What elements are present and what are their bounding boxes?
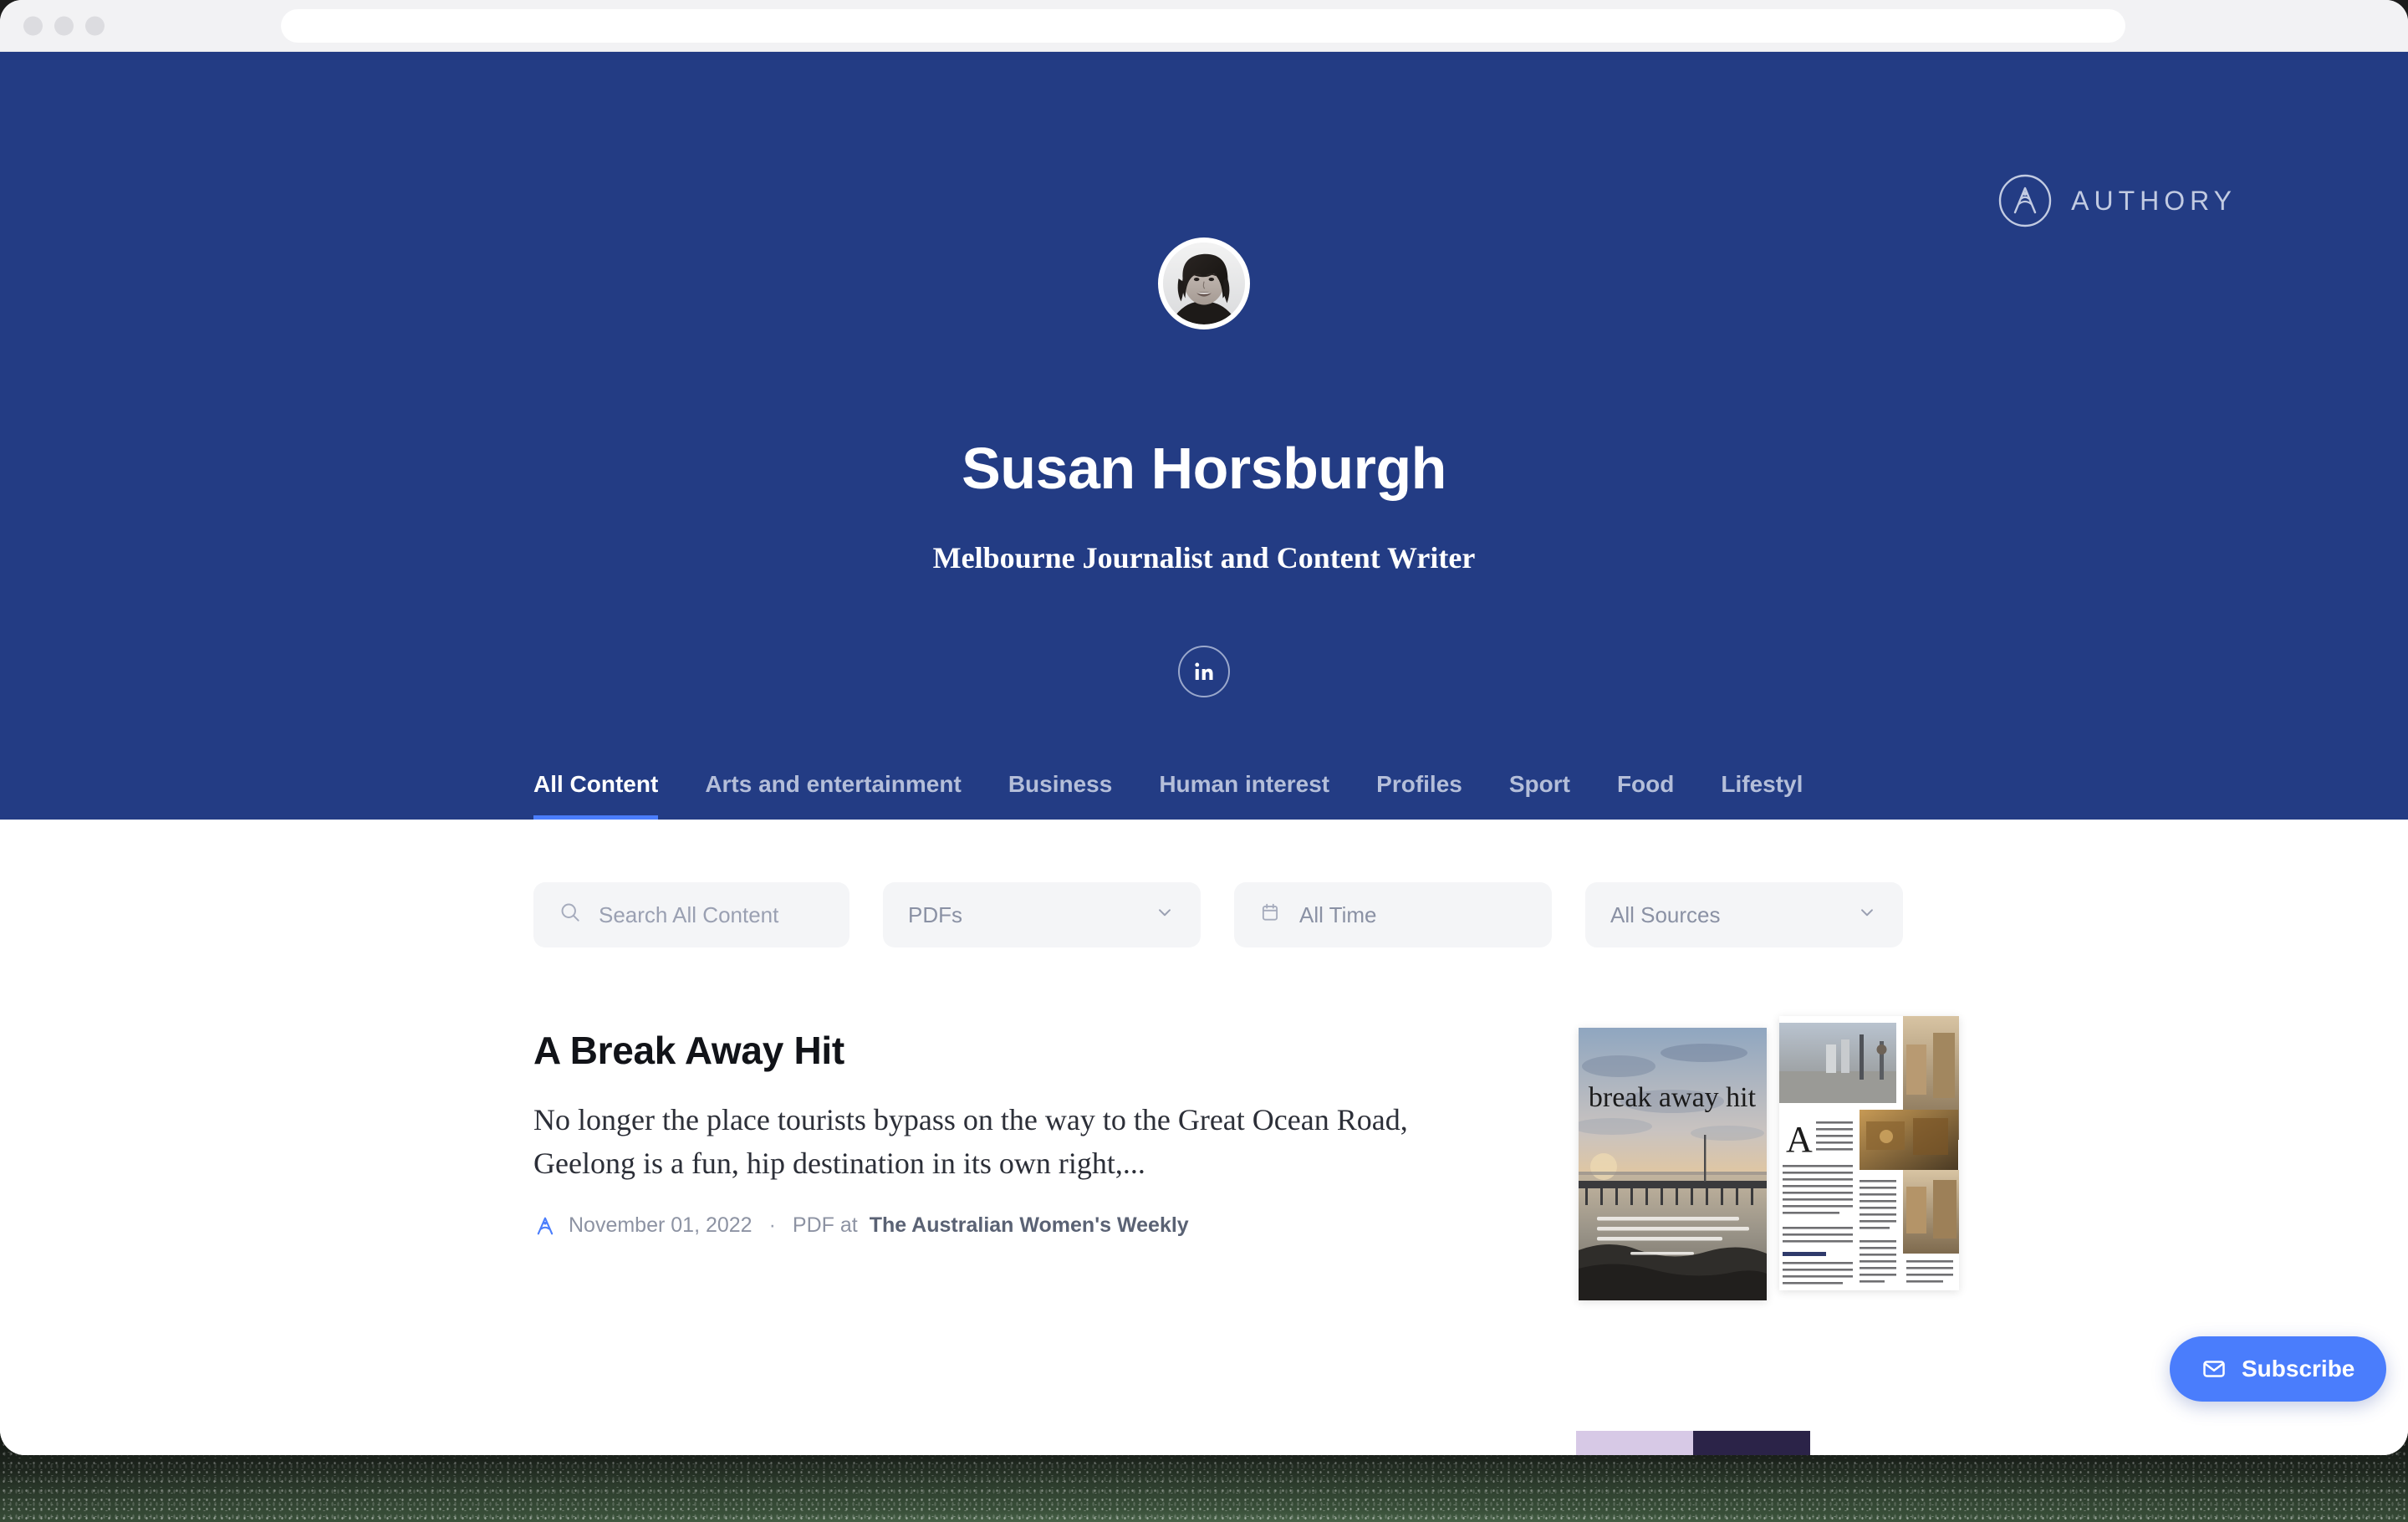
browser-window: AUTHORY Susan Horsburgh Melbourne Journa… xyxy=(0,0,2408,1455)
linkedin-icon xyxy=(1192,660,1216,683)
article-thumbnail[interactable]: break away hit A xyxy=(1579,1016,1980,1300)
tab-business[interactable]: Business xyxy=(1008,771,1113,821)
tab-lifestyle[interactable]: Lifestyl xyxy=(1721,771,1803,821)
next-thumbnail-page-left xyxy=(1576,1431,1693,1455)
content-type-value: PDFs xyxy=(908,901,962,927)
date-range-dropdown[interactable]: All Time xyxy=(1234,882,1552,947)
envelope-icon xyxy=(2201,1356,2227,1382)
page-title: Susan Horsburgh xyxy=(962,436,1446,501)
sources-value: All Sources xyxy=(1610,901,1721,927)
next-thumbnail-page-right xyxy=(1693,1431,1810,1455)
social-links xyxy=(0,646,2408,697)
article-list: A Break Away Hit No longer the place tou… xyxy=(533,1016,1980,1300)
close-window-button[interactable] xyxy=(23,16,43,35)
content-panel-top-edge xyxy=(433,820,1975,855)
traffic-lights xyxy=(23,16,105,35)
category-tabs: All Content Arts and entertainment Busin… xyxy=(533,771,2408,821)
meta-separator: · xyxy=(768,1213,776,1238)
authory-compass-a-icon xyxy=(1997,173,2053,228)
tab-all-content[interactable]: All Content xyxy=(533,771,659,821)
browser-toolbar xyxy=(0,0,2408,52)
subscribe-label: Subscribe xyxy=(2242,1356,2355,1382)
search-icon xyxy=(559,901,582,930)
content-type-dropdown[interactable]: PDFs xyxy=(883,882,1201,947)
date-range-value: All Time xyxy=(1299,901,1377,927)
article-date: November 01, 2022 xyxy=(569,1213,752,1238)
article-source-name[interactable]: The Australian Women's Weekly xyxy=(870,1213,1189,1238)
avatar xyxy=(1158,237,1250,329)
social-link-linkedin[interactable] xyxy=(1178,646,1230,697)
article-title[interactable]: A Break Away Hit xyxy=(533,1028,1470,1073)
article-format-label: PDF at xyxy=(792,1213,858,1238)
tab-profiles[interactable]: Profiles xyxy=(1376,771,1462,821)
search-control[interactable] xyxy=(533,882,849,947)
subscribe-button[interactable]: Subscribe xyxy=(2170,1336,2387,1402)
calendar-icon xyxy=(1259,901,1281,929)
next-article-thumbnail-preview[interactable] xyxy=(1576,1431,1810,1455)
chevron-down-icon xyxy=(1856,901,1878,929)
tab-food[interactable]: Food xyxy=(1617,771,1674,821)
profile-hero: AUTHORY Susan Horsburgh Melbourne Journa… xyxy=(0,52,2408,862)
tab-sport[interactable]: Sport xyxy=(1509,771,1570,821)
thumbnail-page-right: A xyxy=(1779,1016,1959,1290)
thumbnail-page-left: break away hit xyxy=(1579,1028,1767,1300)
svg-text:break away hit: break away hit xyxy=(1589,1082,1757,1113)
sources-dropdown[interactable]: All Sources xyxy=(1585,882,1903,947)
article-meta: November 01, 2022 · PDF at The Australia… xyxy=(533,1213,1470,1238)
minimize-window-button[interactable] xyxy=(54,16,74,35)
tab-arts-and-entertainment[interactable]: Arts and entertainment xyxy=(705,771,962,821)
authory-a-icon xyxy=(533,1214,557,1238)
search-input[interactable] xyxy=(599,901,824,928)
filter-bar: PDFs All Time All Sources xyxy=(533,882,1903,947)
authory-wordmark: AUTHORY xyxy=(2071,185,2237,216)
authory-logo[interactable]: AUTHORY xyxy=(1997,173,2237,228)
url-bar[interactable] xyxy=(281,9,2125,43)
article-text: A Break Away Hit No longer the place tou… xyxy=(533,1016,1470,1238)
maximize-window-button[interactable] xyxy=(85,16,105,35)
article-excerpt: No longer the place tourists bypass on t… xyxy=(533,1103,1408,1181)
profile-tagline: Melbourne Journalist and Content Writer xyxy=(932,541,1476,575)
svg-text:A: A xyxy=(1786,1119,1813,1160)
chevron-down-icon xyxy=(1154,901,1176,929)
tab-list: All Content Arts and entertainment Busin… xyxy=(533,771,2408,821)
article-item[interactable]: A Break Away Hit No longer the place tou… xyxy=(533,1016,1980,1300)
tab-human-interest[interactable]: Human interest xyxy=(1159,771,1329,821)
